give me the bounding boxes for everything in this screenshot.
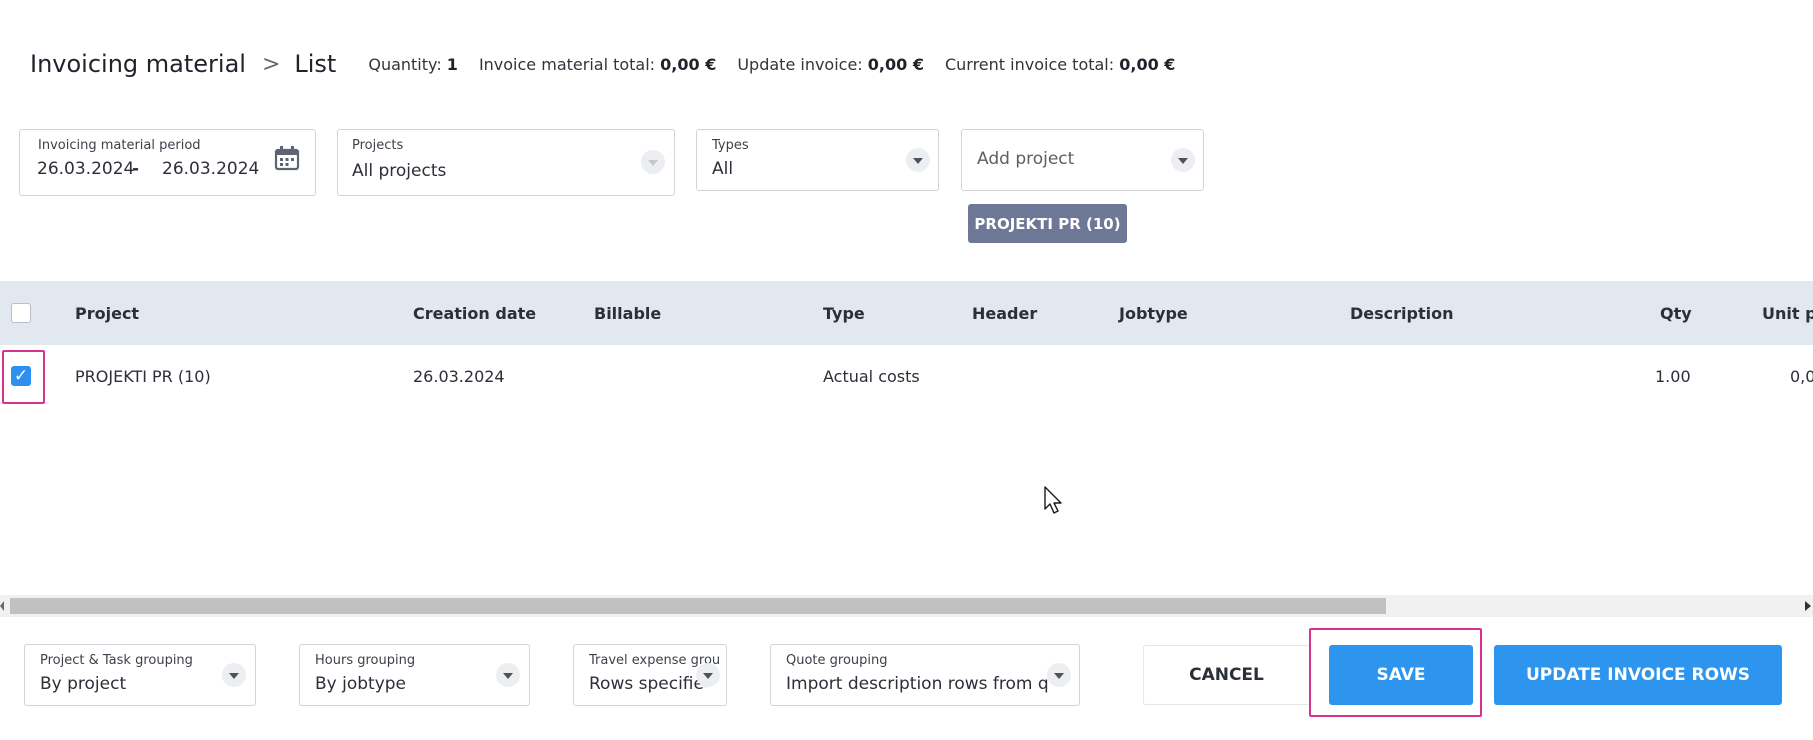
project-task-grouping-select[interactable]: Project & Task grouping By project	[24, 644, 256, 706]
column-creation-date[interactable]: Creation date	[413, 304, 536, 323]
chevron-down-icon[interactable]	[641, 150, 665, 174]
column-type[interactable]: Type	[823, 304, 865, 323]
project-task-grouping-value: By project	[40, 674, 127, 694]
period-from-input[interactable]: 26.03.2024	[37, 159, 134, 179]
hours-grouping-value: By jobtype	[315, 674, 407, 694]
column-unit-price[interactable]: Unit pr	[1762, 304, 1813, 323]
mouse-cursor-icon	[1044, 486, 1066, 520]
cell-qty: 1.00	[1655, 367, 1691, 386]
quote-grouping-value: Import description rows from qu...	[786, 674, 1048, 694]
add-project-placeholder: Add project	[977, 149, 1075, 169]
stat-quantity: Quantity: 1	[368, 54, 458, 74]
column-qty[interactable]: Qty	[1660, 304, 1692, 323]
travel-expense-grouping-select[interactable]: Travel expense grou... Rows specified	[573, 644, 727, 706]
period-to-input[interactable]: 26.03.2024	[162, 159, 259, 179]
hours-grouping-select[interactable]: Hours grouping By jobtype	[299, 644, 530, 706]
chevron-down-icon[interactable]	[696, 663, 720, 687]
save-button[interactable]: SAVE	[1329, 645, 1473, 705]
chevron-down-icon[interactable]	[1171, 148, 1195, 172]
types-value: All	[712, 159, 734, 179]
page-header: Invoicing material > List Quantity: 1 In…	[30, 44, 1196, 84]
breadcrumb-current: List	[294, 50, 337, 78]
project-task-grouping-label: Project & Task grouping	[40, 653, 193, 668]
types-select[interactable]: Types All	[696, 129, 939, 191]
stat-invoice-material-total: Invoice material total: 0,00 €	[478, 54, 717, 74]
cell-creation-date: 26.03.2024	[413, 367, 505, 386]
types-label: Types	[712, 138, 749, 153]
column-project[interactable]: Project	[75, 304, 139, 323]
period-label: Invoicing material period	[38, 138, 201, 153]
table-header: Project Creation date Billable Type Head…	[0, 281, 1813, 345]
scrollbar-thumb[interactable]	[10, 598, 1386, 614]
row-checkbox[interactable]: ✓	[11, 366, 31, 386]
quote-grouping-select[interactable]: Quote grouping Import description rows f…	[770, 644, 1080, 706]
add-project-select[interactable]: Add project	[961, 129, 1204, 191]
column-jobtype[interactable]: Jobtype	[1119, 304, 1188, 323]
breadcrumb-separator: >	[261, 51, 281, 77]
stat-current-invoice-total: Current invoice total: 0,00 €	[944, 54, 1176, 74]
column-description[interactable]: Description	[1350, 304, 1453, 323]
select-all-checkbox[interactable]	[11, 303, 31, 323]
projects-label: Projects	[352, 138, 404, 153]
chevron-down-icon[interactable]	[496, 663, 520, 687]
projects-select[interactable]: Projects All projects	[337, 129, 675, 196]
scroll-right-arrow-icon[interactable]	[1805, 601, 1811, 611]
hours-grouping-label: Hours grouping	[315, 653, 416, 668]
cell-type: Actual costs	[823, 367, 920, 386]
chevron-down-icon[interactable]	[1047, 663, 1071, 687]
cell-unit-price: 0,0	[1790, 367, 1813, 386]
period-field[interactable]: Invoicing material period 26.03.2024 - 2…	[19, 129, 316, 196]
horizontal-scrollbar[interactable]	[0, 595, 1813, 617]
column-header[interactable]: Header	[972, 304, 1037, 323]
column-billable[interactable]: Billable	[594, 304, 661, 323]
cell-project: PROJEKTI PR (10)	[75, 367, 211, 386]
stat-update-invoice: Update invoice: 0,00 €	[737, 54, 924, 74]
breadcrumb-title[interactable]: Invoicing material	[30, 50, 246, 78]
cancel-button[interactable]: CANCEL	[1143, 645, 1310, 705]
chevron-down-icon[interactable]	[906, 148, 930, 172]
travel-expense-grouping-value: Rows specified	[589, 674, 706, 694]
chevron-down-icon[interactable]	[222, 663, 246, 687]
projects-value: All projects	[352, 161, 447, 181]
summary-stats: Quantity: 1 Invoice material total: 0,00…	[368, 55, 1196, 74]
quote-grouping-label: Quote grouping	[786, 653, 888, 668]
update-invoice-rows-button[interactable]: UPDATE INVOICE ROWS	[1494, 645, 1782, 705]
selected-project-chip[interactable]: PROJEKTI PR (10)	[968, 204, 1127, 243]
scroll-left-arrow-icon[interactable]	[0, 601, 4, 611]
period-dash: -	[132, 159, 140, 179]
calendar-icon[interactable]	[274, 145, 300, 175]
